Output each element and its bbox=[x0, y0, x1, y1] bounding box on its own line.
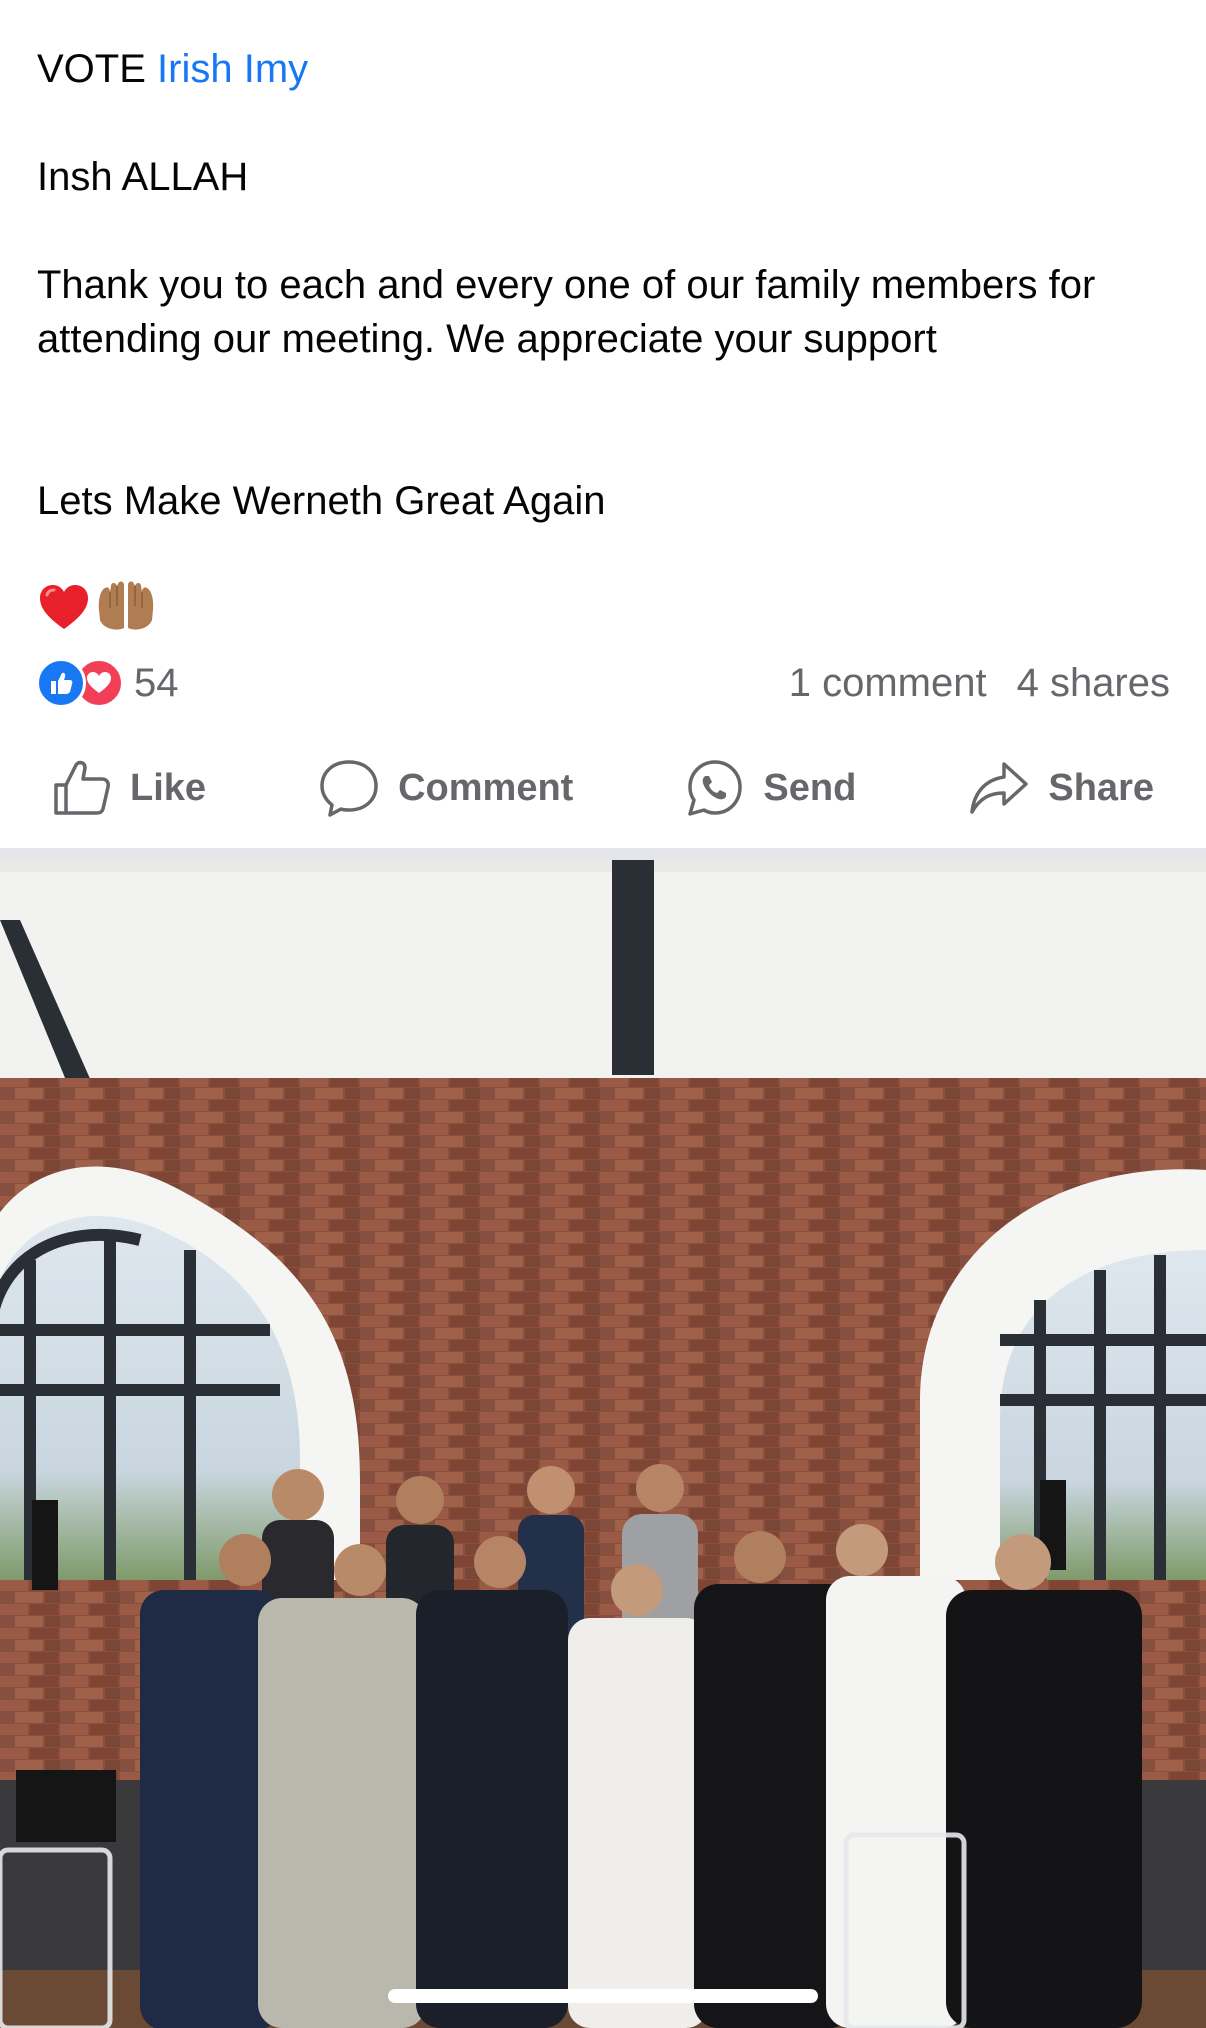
post-photo[interactable] bbox=[0, 860, 1206, 2028]
red-heart-emoji bbox=[40, 585, 88, 629]
like-button-label: Like bbox=[130, 766, 207, 809]
share-arrow-icon bbox=[970, 762, 1029, 814]
post-text-vote-line: VOTE Irish Imy bbox=[37, 42, 1169, 96]
section-divider bbox=[0, 848, 1206, 860]
group-photo-image bbox=[0, 860, 1206, 2028]
post-text-thanks-paragraph: Thank you to each and every one of our f… bbox=[37, 263, 1096, 361]
share-count[interactable]: 4 shares bbox=[1017, 661, 1170, 706]
comment-button[interactable]: Comment bbox=[318, 748, 573, 828]
reaction-summary-row: 54 1 comment 4 shares bbox=[36, 656, 1170, 710]
comment-button-label: Comment bbox=[398, 766, 574, 809]
thumbs-up-icon bbox=[54, 760, 110, 815]
palms-up-together-emoji bbox=[98, 581, 154, 630]
post-action-bar: Like Comment Send Share bbox=[0, 748, 1206, 828]
whatsapp-icon bbox=[688, 760, 743, 816]
reaction-count[interactable]: 54 bbox=[134, 661, 179, 706]
reaction-icons[interactable] bbox=[36, 658, 124, 708]
comment-bubble-icon bbox=[320, 760, 378, 817]
send-button-label: Send bbox=[763, 766, 857, 809]
share-button-label: Share bbox=[1048, 766, 1154, 809]
post-emoji-row bbox=[37, 578, 157, 638]
mention-link[interactable]: Irish Imy bbox=[157, 47, 308, 91]
post-text-slogan-line: Lets Make Werneth Great Again bbox=[37, 479, 606, 523]
post-text-insh-line: Insh ALLAH bbox=[37, 155, 249, 199]
like-reaction-icon bbox=[36, 658, 86, 708]
like-button[interactable]: Like bbox=[52, 748, 206, 828]
home-indicator-bar[interactable] bbox=[388, 1989, 818, 2003]
share-button[interactable]: Share bbox=[968, 748, 1154, 828]
vote-prefix: VOTE bbox=[37, 47, 158, 91]
send-button[interactable]: Send bbox=[685, 748, 856, 828]
comment-count[interactable]: 1 comment bbox=[789, 661, 987, 706]
